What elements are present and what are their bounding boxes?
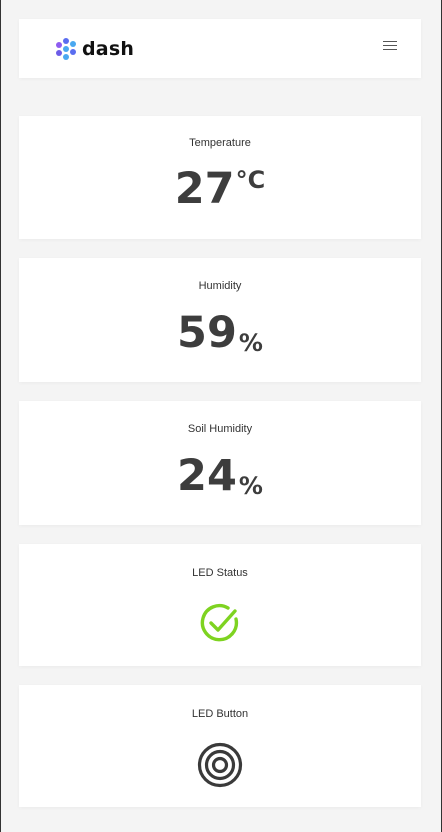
soil-humidity-value: 24 % — [19, 451, 421, 501]
temperature-value: 27 °C — [19, 168, 421, 211]
soil-humidity-card: Soil Humidity 24 % — [19, 401, 421, 525]
temperature-number: 27 — [174, 164, 235, 214]
humidity-title: Humidity — [198, 280, 242, 292]
led-status-title: LED Status — [192, 567, 248, 579]
target-icon[interactable] — [197, 742, 243, 788]
soil-humidity-unit: % — [238, 472, 263, 500]
soil-humidity-title: Soil Humidity — [187, 423, 253, 435]
hamburger-menu-icon[interactable] — [383, 41, 397, 53]
soil-humidity-number: 24 — [177, 451, 237, 501]
temperature-title: Temperature — [189, 137, 251, 149]
led-button-card: LED Button — [19, 685, 421, 807]
brand[interactable]: dash — [55, 36, 134, 62]
humidity-number: 59 — [177, 308, 237, 358]
brand-name: dash — [82, 38, 135, 60]
temperature-card: Temperature 27 °C — [19, 116, 421, 239]
humidity-card: Humidity 59 % — [19, 258, 421, 382]
humidity-value: 59 % — [19, 308, 421, 358]
led-status-card: LED Status — [19, 544, 421, 666]
dash-logo-icon — [55, 38, 77, 60]
navbar: dash — [19, 19, 421, 78]
temperature-unit: °C — [235, 166, 266, 194]
humidity-unit: % — [238, 329, 263, 357]
check-circle-icon — [200, 603, 239, 642]
led-button-title: LED Button — [191, 708, 249, 720]
